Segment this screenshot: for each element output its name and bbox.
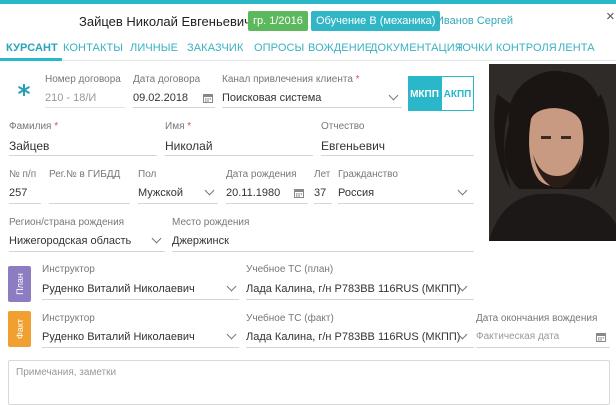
tab-personal[interactable]: ЛИЧНЫЕ (130, 42, 178, 54)
student-full-name: Зайцев Николай Евгеньевич (79, 14, 251, 29)
age-label: Лет (314, 169, 331, 180)
active-tab-indicator (0, 58, 62, 61)
transmission-manual-button[interactable]: МКПП (408, 76, 441, 111)
tab-customer[interactable]: ЗАКАЗЧИК (187, 42, 243, 54)
tab-driving[interactable]: ВОЖДЕНИЕ (308, 42, 372, 54)
plan-instructor-label: Инструктор (42, 264, 95, 275)
contract-number-value: 210 - 18/И (45, 92, 97, 104)
patronymic-input[interactable]: Евгеньевич (321, 139, 385, 153)
tab-checkpoints[interactable]: ТОЧКИ КОНТРОЛЯ (456, 42, 557, 54)
tab-student[interactable]: КУРСАНТ (6, 42, 58, 54)
tab-documents[interactable]: ДОКУМЕНТАЦИЯ (370, 42, 463, 54)
driving-end-input[interactable]: Фактическая дата (476, 331, 559, 342)
firstname-label: Имя * (165, 121, 192, 132)
birth-place-input[interactable]: Джержинск (172, 235, 229, 247)
chevron-down-icon[interactable] (226, 281, 237, 292)
row-number-input[interactable]: 257 (9, 187, 27, 199)
required-asterisk-icon (18, 84, 30, 96)
notes-placeholder: Примечания, заметки (16, 367, 117, 378)
plan-vehicle-label: Учебное ТС (план) (246, 264, 334, 275)
age-value: 37 (314, 187, 327, 199)
group-badge[interactable]: гр. 1/2016 (248, 11, 308, 31)
tab-surveys[interactable]: ОПРОСЫ (254, 42, 304, 54)
tab-bar: КУРСАНТ КОНТАКТЫ ЛИЧНЫЕ ЗАКАЗЧИК ОПРОСЫ … (0, 34, 616, 61)
close-icon[interactable]: × (606, 9, 616, 24)
fact-instructor-select[interactable]: Руденко Виталий Николаевич (42, 331, 195, 343)
tab-contacts[interactable]: КОНТАКТЫ (63, 42, 123, 54)
chevron-down-icon[interactable] (226, 329, 237, 340)
surname-input[interactable]: Зайцев (9, 139, 49, 153)
gibdd-number-label: Рег.№ в ГИБДД (49, 169, 121, 180)
contract-number-label: Номер договора (45, 74, 121, 85)
chevron-down-icon[interactable] (204, 185, 215, 196)
firstname-input[interactable]: Николай (165, 139, 213, 153)
manager-link[interactable]: Иванов Сергей (436, 15, 513, 27)
contract-date-input[interactable]: 09.02.2018 (133, 92, 188, 104)
sex-select[interactable]: Мужской (138, 187, 183, 199)
birth-region-label: Регион/страна рождения (9, 217, 125, 228)
citizenship-label: Гражданство (338, 169, 398, 180)
calendar-icon[interactable] (596, 332, 606, 342)
chevron-down-icon[interactable] (151, 233, 162, 244)
plan-tag: План (8, 266, 31, 302)
plan-vehicle-select[interactable]: Лада Калина, г/н Р783ВВ 116RUS (МКПП) (246, 283, 460, 295)
channel-select[interactable]: Поисковая система (222, 92, 321, 104)
birth-date-label: Дата рождения (226, 169, 297, 180)
surname-label: Фамилия * (9, 121, 59, 132)
plan-instructor-select[interactable]: Руденко Виталий Николаевич (42, 283, 195, 295)
channel-label: Канал привлечения клиента * (222, 74, 360, 85)
birth-place-label: Место рождения (172, 217, 250, 228)
chevron-down-icon[interactable] (388, 90, 399, 101)
top-accent-bar (0, 0, 616, 4)
contract-date-label: Дата договора (133, 74, 201, 85)
student-photo[interactable] (489, 64, 616, 241)
fact-vehicle-label: Учебное ТС (факт) (246, 313, 334, 324)
birth-date-input[interactable]: 20.11.1980 (226, 187, 280, 199)
fact-vehicle-select[interactable]: Лада Калина, г/н Р783ВВ 116RUS (МКПП) (246, 331, 460, 343)
row-number-label: № п/п (9, 169, 37, 180)
course-badge[interactable]: Обучение B (механика) (311, 11, 441, 31)
citizenship-select[interactable]: Россия (338, 187, 374, 199)
calendar-icon[interactable] (294, 188, 304, 198)
fact-instructor-label: Инструктор (42, 313, 95, 324)
transmission-auto-button[interactable]: АКПП (441, 76, 474, 111)
tab-feed[interactable]: ЛЕНТА (558, 42, 595, 54)
chevron-down-icon[interactable] (457, 185, 468, 196)
driving-end-label: Дата окончания вождения (476, 313, 598, 324)
patronymic-label: Отчество (321, 121, 365, 132)
sex-label: Пол (138, 169, 157, 180)
birth-region-select[interactable]: Нижегородская область (9, 235, 131, 247)
portrait-image (489, 64, 616, 241)
calendar-icon[interactable] (203, 93, 213, 103)
fact-tag: Факт (8, 311, 31, 347)
